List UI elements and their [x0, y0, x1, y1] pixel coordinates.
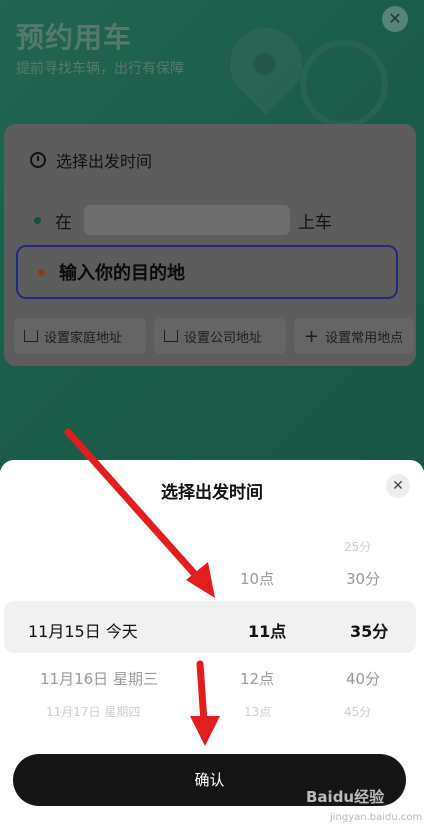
date-option-below-2[interactable]: 11月17日 星期四 [46, 703, 140, 720]
hour-option-selected[interactable]: 11点 [248, 618, 286, 642]
minute-option-below[interactable]: 40分 [346, 668, 380, 689]
close-sheet-button[interactable]: ✕ [386, 474, 410, 498]
baidu-watermark: Baidu经验 [306, 788, 385, 806]
minute-option-below-2[interactable]: 45分 [344, 703, 371, 720]
modal-overlay[interactable] [0, 0, 424, 470]
baidu-watermark-url: jingyan.baidu.com [330, 812, 423, 823]
sheet-title: 选择出发时间 [161, 483, 263, 503]
minute-option-selected[interactable]: 35分 [350, 618, 388, 642]
hour-option-below-2[interactable]: 13点 [244, 703, 271, 720]
minute-option-above[interactable]: 30分 [346, 568, 380, 589]
close-page-button[interactable]: ✕ [382, 6, 408, 32]
date-option-below[interactable]: 11月16日 星期三 [40, 668, 158, 689]
hour-option-below[interactable]: 12点 [240, 668, 274, 689]
date-option-selected[interactable]: 11月15日 今天 [28, 618, 138, 642]
hour-option-above[interactable]: 10点 [240, 568, 274, 589]
minute-option-above-2[interactable]: 25分 [344, 538, 371, 555]
